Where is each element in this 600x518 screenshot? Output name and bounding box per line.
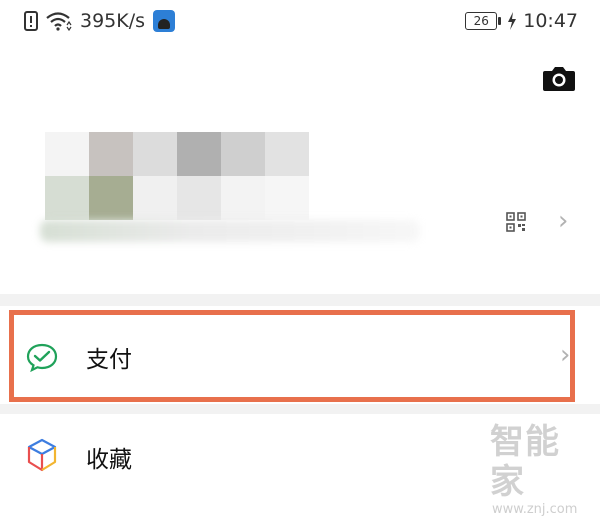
app-notification-icon xyxy=(153,10,176,32)
status-right: 26 10:47 xyxy=(465,8,578,34)
profile-chevron-icon[interactable]: › xyxy=(558,206,568,236)
status-left: 395K/s xyxy=(24,8,176,34)
watermark: 智能家 www.znj.com xyxy=(490,422,594,517)
section-divider xyxy=(0,404,600,414)
menu-item-label: 收藏 xyxy=(86,447,132,473)
status-bar: 395K/s 26 10:47 xyxy=(0,0,600,42)
clock: 10:47 xyxy=(523,10,578,32)
wifi-icon xyxy=(46,12,72,31)
alert-icon xyxy=(24,11,38,31)
camera-icon[interactable] xyxy=(542,64,576,92)
watermark-url: www.znj.com xyxy=(492,502,578,517)
watermark-title: 智能家 xyxy=(490,422,560,502)
menu-item-label: 支付 xyxy=(86,347,132,373)
qr-code-icon[interactable] xyxy=(506,212,526,232)
battery-indicator: 26 xyxy=(465,12,502,30)
section-divider xyxy=(0,294,600,306)
network-speed: 395K/s xyxy=(80,10,146,32)
menu-item-pay[interactable]: 支付 › xyxy=(0,306,600,404)
wallet-icon xyxy=(26,343,58,372)
chevron-right-icon: › xyxy=(560,340,571,370)
favorites-cube-icon xyxy=(27,438,57,472)
charging-icon xyxy=(508,12,517,30)
profile-section[interactable] xyxy=(0,120,600,260)
profile-name-blurred xyxy=(40,220,420,242)
